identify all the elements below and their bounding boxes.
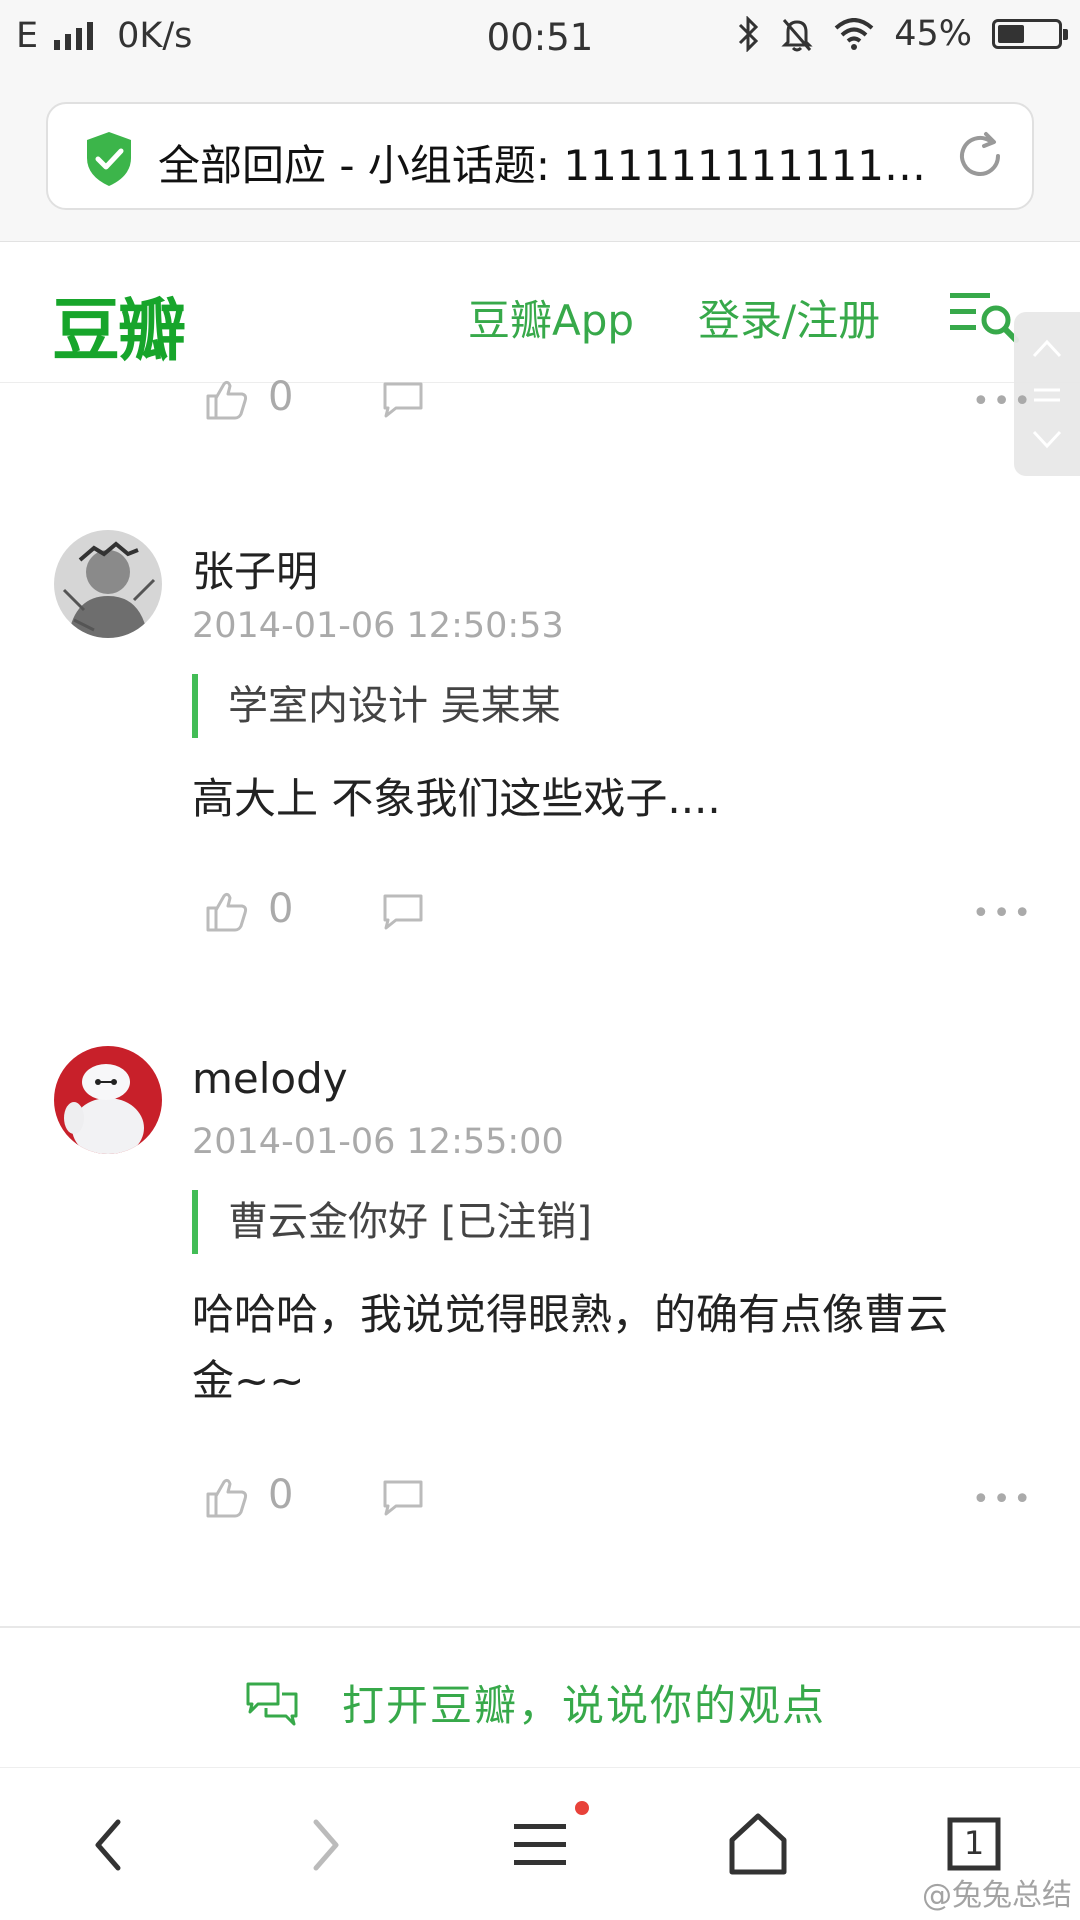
back-icon[interactable] xyxy=(76,1770,140,1920)
site-header: 豆瓣 豆瓣App 登录/注册 xyxy=(0,243,1080,383)
shield-check-icon xyxy=(87,132,131,186)
open-douban-cta[interactable]: 打开豆瓣，说说你的观点 xyxy=(0,1626,1080,1768)
chat-bubbles-icon xyxy=(246,1682,298,1726)
battery-percent: 45% xyxy=(894,14,972,54)
comment-author[interactable]: 张子明 xyxy=(192,538,318,599)
silent-bell-icon xyxy=(781,19,813,52)
more-icon[interactable]: ••• xyxy=(972,896,1034,931)
comment-text-line: 哈哈哈，我说觉得眼熟，的确有点像曹云 xyxy=(192,1290,949,1339)
avatar[interactable] xyxy=(54,530,162,638)
reload-icon[interactable] xyxy=(952,128,1008,184)
tab-count: 1 xyxy=(963,1824,985,1862)
battery-icon xyxy=(992,19,1068,49)
browser-nav-bar: 1 @兔兔总结 xyxy=(0,1770,1080,1920)
status-bar: E 0K/s 00:51 45% xyxy=(0,0,1080,76)
comment-actions-previous: 0 ••• xyxy=(0,372,1080,432)
like-count: 0 xyxy=(268,374,294,420)
like-icon[interactable] xyxy=(204,888,250,934)
browser-toolbar: 全部回应 - 小组话题: 111111111111… xyxy=(0,76,1080,242)
comment-item: 张子明 2014-01-06 12:50:53 学室内设计 吴某某 高大上 不象… xyxy=(0,530,1080,990)
like-count: 0 xyxy=(268,1472,294,1518)
menu-search-icon[interactable] xyxy=(948,289,1024,345)
comment-time: 2014-01-06 12:50:53 xyxy=(192,606,564,646)
comment-item: melody 2014-01-06 12:55:00 曹云金你好 [已注销] 哈… xyxy=(0,1046,1080,1586)
reply-icon[interactable] xyxy=(380,1478,426,1518)
menu-icon[interactable] xyxy=(500,1770,590,1920)
login-register-link[interactable]: 登录/注册 xyxy=(698,287,880,348)
avatar[interactable] xyxy=(54,1046,162,1154)
wifi-icon xyxy=(834,18,874,50)
comment-time: 2014-01-06 12:55:00 xyxy=(192,1122,564,1162)
more-icon[interactable]: ••• xyxy=(972,384,1034,419)
status-right: 45% xyxy=(736,14,1068,54)
comment-quote: 学室内设计 吴某某 xyxy=(192,674,561,738)
comment-text: 哈哈哈，我说觉得眼熟，的确有点像曹云 金~~ xyxy=(192,1282,1032,1414)
comment-text: 高大上 不象我们这些戏子.... xyxy=(192,774,721,823)
page-title: 全部回应 - 小组话题: 111111111111… xyxy=(158,141,927,190)
comment-actions: 0 ••• xyxy=(0,884,1080,944)
like-count: 0 xyxy=(268,886,294,932)
bluetooth-icon xyxy=(739,16,759,52)
address-bar[interactable]: 全部回应 - 小组话题: 111111111111… xyxy=(46,102,1034,210)
comment-author[interactable]: melody xyxy=(192,1054,348,1103)
reply-icon[interactable] xyxy=(380,380,426,420)
douban-app-link[interactable]: 豆瓣App xyxy=(468,287,634,348)
like-icon[interactable] xyxy=(204,376,250,422)
forward-icon[interactable] xyxy=(294,1770,358,1920)
comment-actions: 0 ••• xyxy=(0,1470,1080,1530)
watermark: @兔兔总结 xyxy=(922,1878,1072,1913)
home-icon[interactable] xyxy=(718,1770,798,1920)
reply-icon[interactable] xyxy=(380,892,426,932)
like-icon[interactable] xyxy=(204,1474,250,1520)
more-icon[interactable]: ••• xyxy=(972,1482,1034,1517)
comment-text-line: 金~~ xyxy=(192,1356,305,1405)
comment-quote: 曹云金你好 [已注销] xyxy=(192,1190,592,1254)
cta-label: 打开豆瓣，说说你的观点 xyxy=(342,1681,827,1730)
douban-logo[interactable]: 豆瓣 xyxy=(52,275,186,374)
